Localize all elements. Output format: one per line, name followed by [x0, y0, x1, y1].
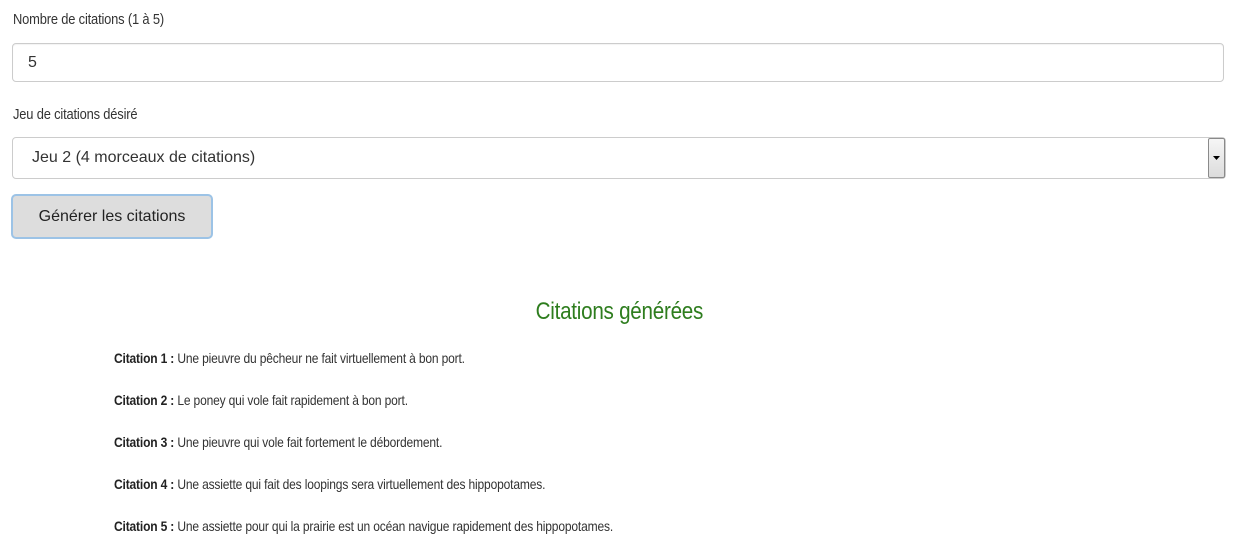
list-item: Citation 2 : Le poney qui vole fait rapi… — [114, 392, 613, 434]
quote-label: Citation 1 : — [114, 350, 175, 366]
quote-text: Le poney qui vole fait rapidement à bon … — [174, 392, 408, 408]
results-title-text: Citations générées — [535, 298, 704, 325]
quote-label: Citation 4 : — [114, 476, 175, 492]
quote-text: Une assiette pour qui la prairie est un … — [174, 518, 614, 534]
list-item: Citation 1 : Une pieuvre du pêcheur ne f… — [114, 350, 613, 392]
generate-button[interactable]: Générer les citations — [11, 194, 213, 239]
list-item: Citation 4 : Une assiette qui fait des l… — [114, 476, 613, 518]
set-label: Jeu de citations désiré — [13, 106, 138, 123]
quote-label: Citation 5 : — [114, 518, 175, 534]
citation-generator-page: Nombre de citations (1 à 5) 5 Jeu de cit… — [0, 0, 1249, 546]
list-item: Citation 3 : Une pieuvre qui vole fait f… — [114, 434, 613, 476]
count-label: Nombre de citations (1 à 5) — [13, 11, 164, 28]
quote-list: Citation 1 : Une pieuvre du pêcheur ne f… — [114, 350, 694, 546]
count-input-value: 5 — [28, 54, 37, 71]
results-title: Citations générées — [0, 298, 1239, 326]
list-item: Citation 5 : Une assiette pour qui la pr… — [114, 518, 613, 546]
count-input[interactable]: 5 — [12, 43, 1224, 82]
quote-label: Citation 2 : — [114, 392, 175, 408]
quote-text: Une pieuvre qui vole fait fortement le d… — [174, 434, 443, 450]
quote-label: Citation 3 : — [114, 434, 175, 450]
triangle-down-icon — [1213, 156, 1220, 160]
quote-text: Une assiette qui fait des loopings sera … — [174, 476, 546, 492]
set-select[interactable]: Jeu 2 (4 morceaux de citations) — [12, 137, 1226, 179]
set-select-value: Jeu 2 (4 morceaux de citations) — [32, 149, 256, 166]
quote-text: Une pieuvre du pêcheur ne fait virtuelle… — [174, 350, 465, 366]
dropdown-arrow-button[interactable] — [1208, 138, 1225, 178]
